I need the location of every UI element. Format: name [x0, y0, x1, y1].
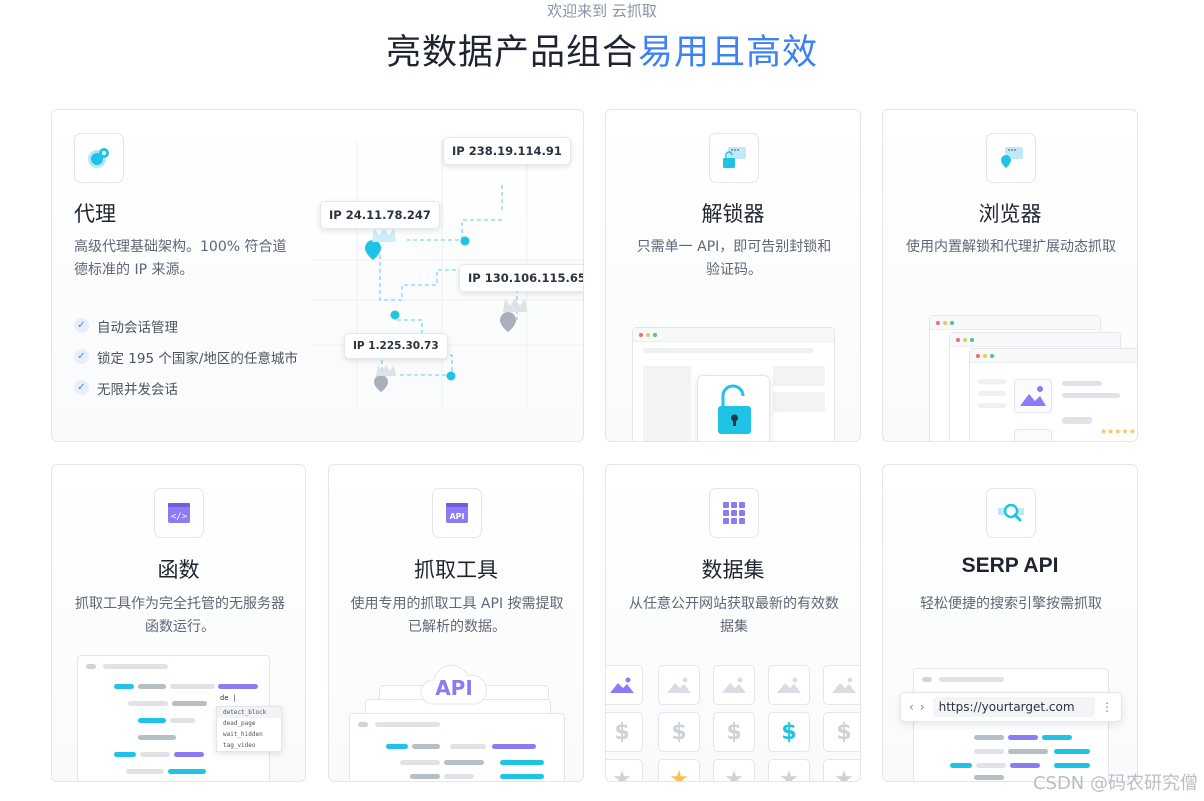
star-tile: ★ — [768, 759, 810, 781]
address-bar: ‹ › https://yourtarget.com ⋮ — [900, 692, 1122, 722]
star-tile: ★ — [823, 759, 860, 781]
image-tile — [713, 665, 755, 705]
feature-label: 锁定 195 个国家/地区的任意城市 — [97, 350, 298, 367]
feature-list: ✓ 自动会话管理 ✓ 锁定 195 个国家/地区的任意城市 ✓ 无限并发会话 — [74, 310, 298, 403]
card-title: SERP API — [961, 554, 1059, 577]
data-table-mockup — [349, 713, 565, 781]
product-card-browser[interactable]: 浏览器 使用内置解锁和代理扩展动态抓取 ★★★★★ — [882, 109, 1138, 442]
card-description: 轻松便捷的搜索引擎按需抓取 — [920, 596, 1102, 612]
card-title: 函数 — [157, 558, 200, 582]
autocomplete-option: wait_hidden — [223, 731, 263, 738]
card-description: 只需单一 API，即可告别封锁和验证码。 — [636, 239, 832, 278]
product-card-scraper[interactable]: API 抓取工具 使用专用的抓取工具 API 按需提取已解析的数据。 API — [328, 464, 584, 782]
star-tile: ★ — [713, 759, 755, 781]
product-card-serp[interactable]: SERP API 轻松便捷的搜索引擎按需抓取 ‹ › https://yourt… — [882, 464, 1138, 782]
autocomplete-input: de | — [220, 694, 237, 702]
browser-mockup: ★★★★★ — [969, 348, 1137, 441]
code-window-icon: </> — [154, 488, 204, 538]
card-title: 解锁器 — [701, 202, 765, 226]
image-tile — [658, 665, 700, 705]
grid-icon — [709, 488, 759, 538]
feature-item: ✓ 无限并发会话 — [74, 372, 298, 403]
autocomplete-option: detect_block — [217, 707, 281, 718]
browser-pin-icon — [986, 133, 1036, 183]
check-icon: ✓ — [74, 318, 89, 333]
autocomplete-menu: detect_block dead_page wait_hidden tag_v… — [216, 706, 282, 752]
ip-tag: IP 1.225.30.73 — [344, 333, 448, 359]
card-description: 高级代理基础架构。100% 符合道德标准的 IP 来源。 — [74, 239, 287, 278]
autocomplete-option: dead_page — [223, 720, 256, 727]
page-headline: 亮数据产品组合易用且高效 — [0, 24, 1204, 75]
product-card-functions[interactable]: </> 函数 抓取工具作为完全托管的无服务器函数运行。 de | detect_… — [51, 464, 306, 782]
eyebrow-text: 欢迎来到 云抓取 — [547, 2, 657, 20]
dollar-tile: $ — [713, 712, 755, 752]
url-field: https://yourtarget.com — [932, 697, 1095, 717]
forward-icon: › — [919, 700, 925, 714]
globe-pin-icon — [74, 133, 124, 183]
star-tile: ★ — [606, 759, 643, 781]
ip-tag: IP 130.106.115.65 — [459, 264, 583, 292]
code-editor-mockup: de | detect_block dead_page wait_hidden … — [77, 655, 282, 781]
feature-label: 自动会话管理 — [97, 319, 178, 336]
check-icon: ✓ — [74, 380, 89, 395]
search-magnifier-icon — [986, 488, 1036, 538]
svg-text:API: API — [449, 512, 464, 521]
svg-text:</>: </> — [171, 512, 188, 522]
watermark: CSDN @码农研究僧 — [1032, 773, 1198, 794]
card-title: 数据集 — [701, 558, 765, 582]
autocomplete-option: tag_video — [223, 742, 256, 749]
dollar-tile: $ — [823, 712, 860, 752]
image-tile — [606, 665, 643, 705]
product-card-unlocker[interactable]: 解锁器 只需单一 API，即可告别封锁和验证码。 — [605, 109, 861, 442]
card-title: 抓取工具 — [414, 558, 498, 582]
ip-tag: IP 24.11.78.247 — [320, 201, 440, 229]
padlock-illustration — [697, 375, 770, 441]
ip-tag: IP 238.19.114.91 — [443, 137, 571, 165]
check-icon: ✓ — [74, 349, 89, 364]
headline-main: 亮数据产品组合 — [385, 33, 638, 73]
dollar-tile: $ — [768, 712, 810, 752]
feature-item: ✓ 锁定 195 个国家/地区的任意城市 — [74, 341, 298, 372]
headline-accent: 易用且高效 — [638, 33, 819, 73]
card-description: 从任意公开网站获取最新的有效数据集 — [629, 596, 839, 635]
image-tile — [768, 665, 810, 705]
dollar-tile: $ — [606, 712, 643, 752]
star-tile: ★ — [658, 759, 700, 781]
api-window-icon: API — [432, 488, 482, 538]
more-icon: ⋮ — [1101, 700, 1113, 714]
dollar-tile: $ — [658, 712, 700, 752]
product-card-datasets[interactable]: 数据集 从任意公开网站获取最新的有效数据集 $ $ $ $ $ ★ ★ ★ ★ … — [605, 464, 861, 782]
cloud-label: API — [435, 676, 473, 700]
product-card-proxy[interactable]: 代理 高级代理基础架构。100% 符合道德标准的 IP 来源。 ✓ 自动会话管理 … — [51, 109, 584, 442]
back-icon: ‹ — [909, 700, 914, 714]
card-description: 使用专用的抓取工具 API 按需提取已解析的数据。 — [350, 596, 564, 635]
feature-item: ✓ 自动会话管理 — [74, 310, 298, 341]
image-tile — [823, 665, 860, 705]
serp-results-mockup — [913, 668, 1109, 781]
api-cloud-icon: API — [414, 660, 494, 710]
card-title: 浏览器 — [978, 202, 1042, 226]
feature-label: 无限并发会话 — [97, 381, 178, 398]
card-description: 使用内置解锁和代理扩展动态抓取 — [906, 239, 1116, 255]
card-description: 抓取工具作为完全托管的无服务器函数运行。 — [75, 596, 285, 635]
unlock-window-icon — [709, 133, 759, 183]
card-title: 代理 — [74, 202, 116, 226]
